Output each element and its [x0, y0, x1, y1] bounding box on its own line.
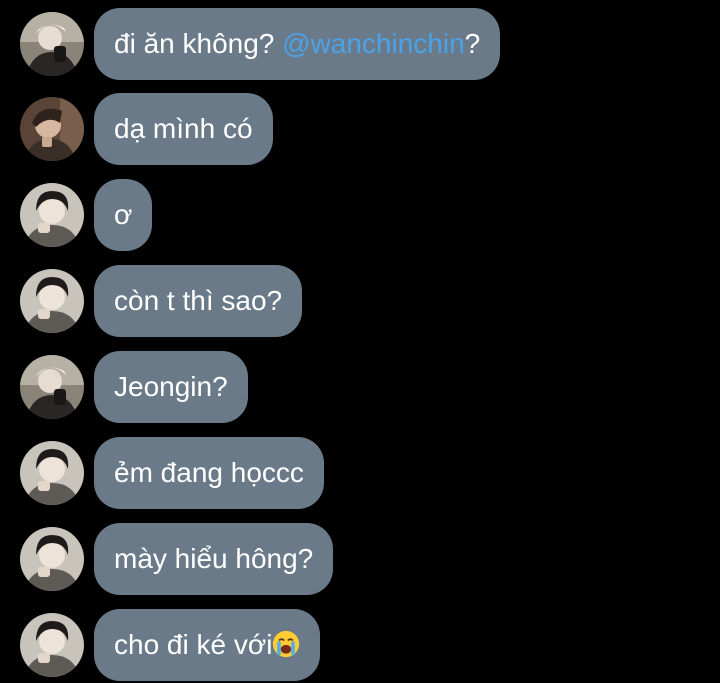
message-bubble[interactable]: Jeongin? [94, 351, 248, 423]
avatar[interactable] [20, 613, 84, 677]
avatar-user-2-image [20, 97, 84, 161]
message-text: ơ [114, 199, 133, 230]
avatar[interactable] [20, 183, 84, 247]
avatar-user-3-image [20, 183, 84, 247]
mention-link[interactable]: @wanchinchin [282, 28, 465, 59]
message-text: Jeongin? [114, 371, 228, 402]
message-bubble[interactable]: ơ [94, 179, 153, 251]
avatar-user-1-image [20, 355, 84, 419]
message-text: cho đi ké với [114, 629, 273, 660]
message-text: mày hiểu hông? [114, 543, 314, 574]
message-text: dạ mình có [114, 113, 253, 144]
avatar[interactable] [20, 527, 84, 591]
avatar-user-3-image [20, 527, 84, 591]
message-text: đi ăn không? [114, 28, 283, 59]
avatar-user-3-image [20, 441, 84, 505]
message-bubble[interactable]: dạ mình có [94, 93, 273, 165]
message-bubble[interactable]: cho đi ké với [94, 609, 321, 681]
avatar-user-3-image [20, 613, 84, 677]
message-text: còn t thì sao? [114, 285, 283, 316]
message-text: ẻm đang họccc [114, 457, 304, 488]
avatar[interactable] [20, 12, 84, 76]
chat-thread: đi ăn không? @wanchinchin? dạ mình có ơ … [0, 0, 720, 683]
crying-face-emoji-icon [273, 630, 300, 658]
message-bubble[interactable]: mày hiểu hông? [94, 523, 334, 595]
message-bubble[interactable]: còn t thì sao? [94, 265, 303, 337]
message-bubble[interactable]: đi ăn không? @wanchinchin? [94, 8, 501, 80]
avatar-user-1-image [20, 12, 84, 76]
avatar[interactable] [20, 441, 84, 505]
avatar-user-3-image [20, 269, 84, 333]
message-bubble[interactable]: ẻm đang họccc [94, 437, 324, 509]
avatar[interactable] [20, 355, 84, 419]
avatar[interactable] [20, 269, 84, 333]
avatar[interactable] [20, 97, 84, 161]
message-text: ? [464, 28, 481, 59]
